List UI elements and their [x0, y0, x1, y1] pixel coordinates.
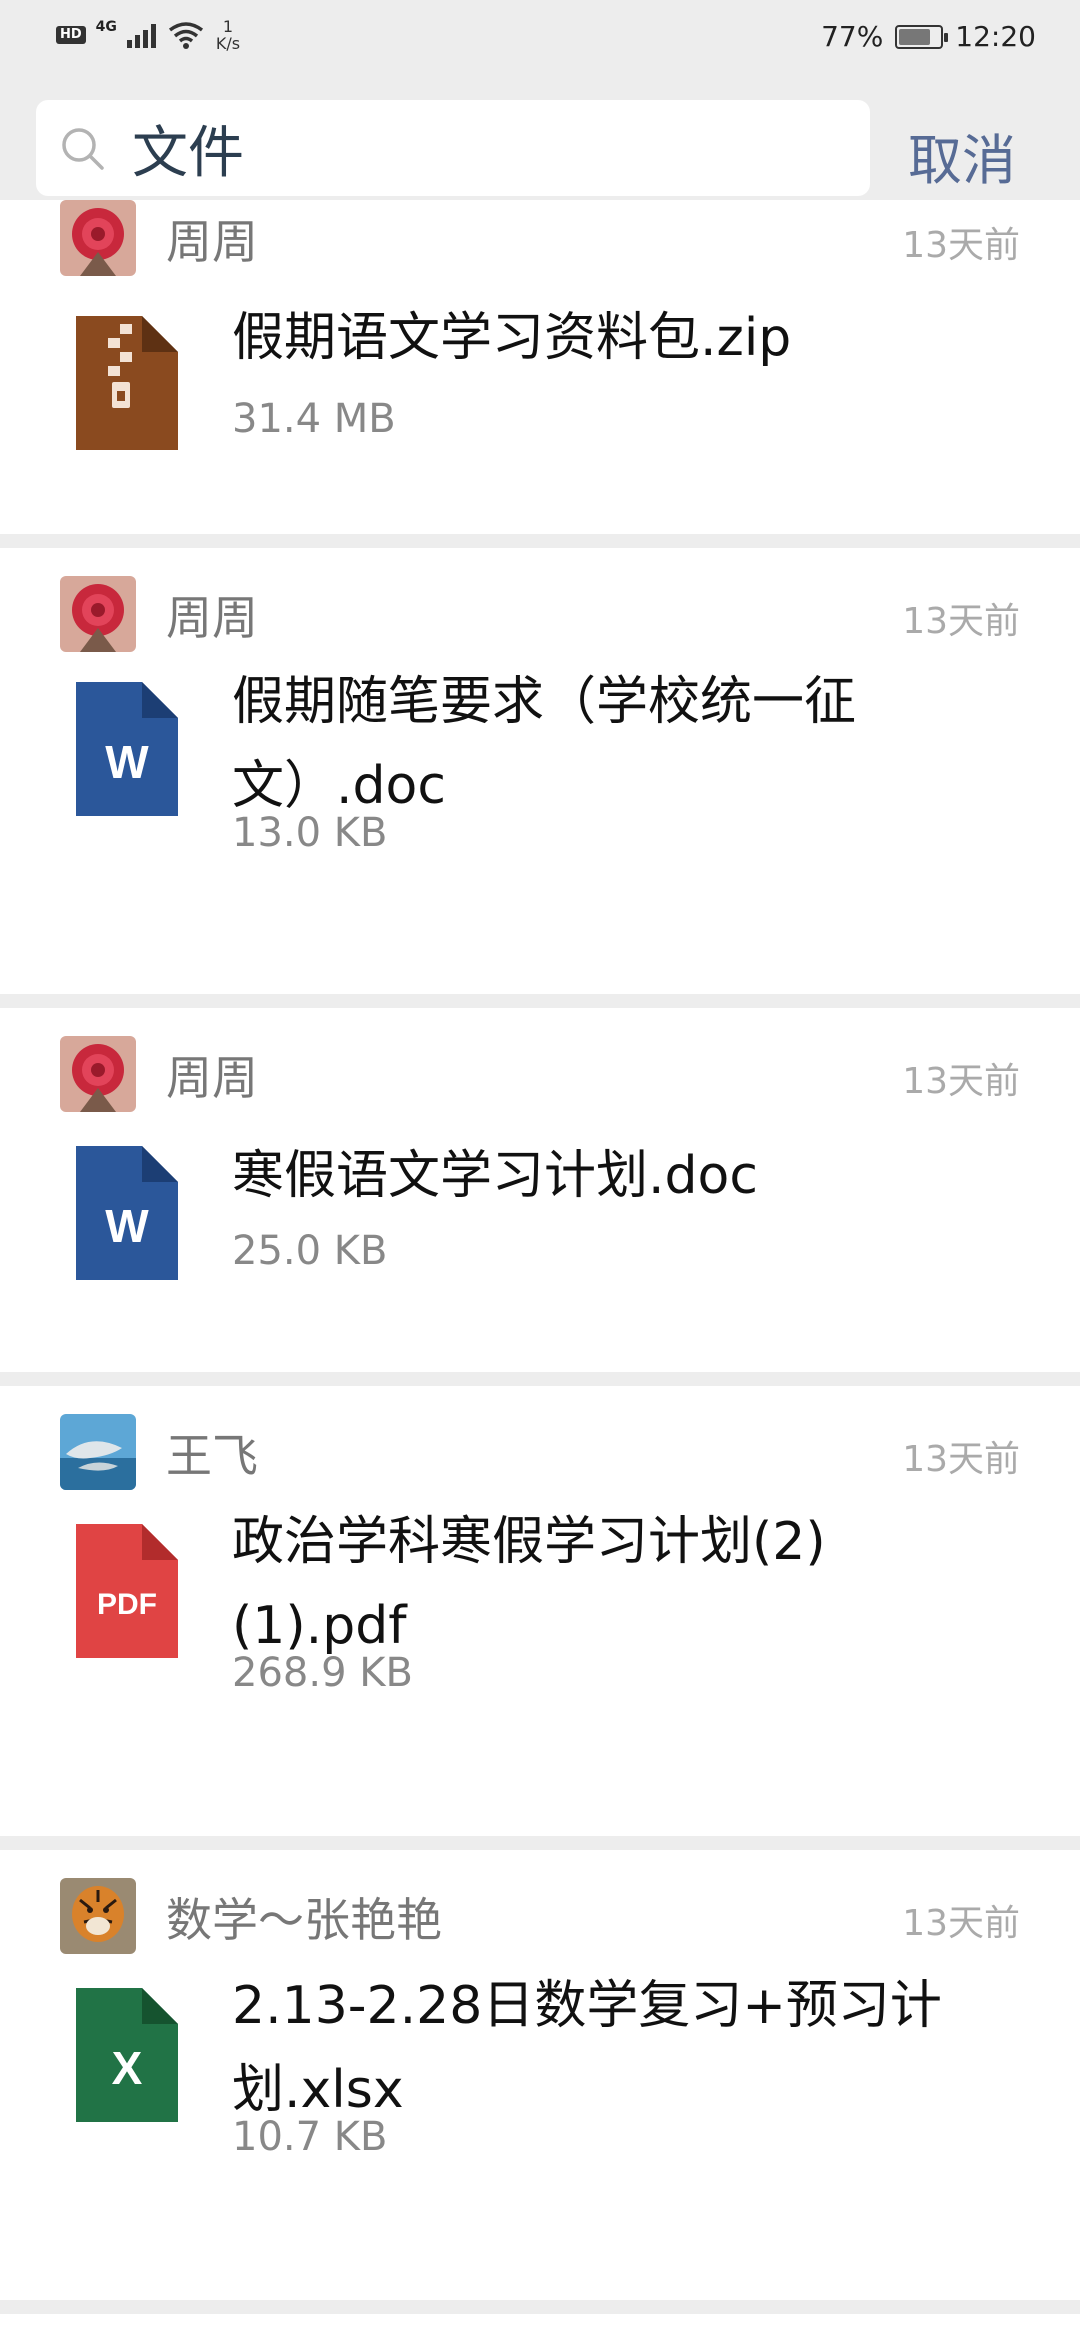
- list-item[interactable]: 王飞 13天前 PDF 政治学科寒假学习计划(2)(1).pdf 268.9 K…: [0, 1386, 1080, 1836]
- file-name: 政治学科寒假学习计划(2)(1).pdf: [232, 1512, 826, 1656]
- search-box[interactable]: [36, 100, 870, 196]
- file-size: 268.9 KB: [232, 1650, 413, 1696]
- battery-icon: [895, 24, 949, 49]
- svg-text:W: W: [105, 1200, 149, 1252]
- svg-text:W: W: [105, 736, 149, 788]
- word-file-icon: W: [76, 682, 178, 816]
- timestamp: 13天前: [902, 601, 1020, 642]
- timestamp: 13天前: [902, 1903, 1020, 1944]
- avatar: [60, 1414, 136, 1490]
- avatar: [60, 1878, 136, 1954]
- timestamp: 13天前: [902, 1061, 1020, 1102]
- svg-text:PDF: PDF: [97, 1588, 157, 1621]
- cancel-button[interactable]: 取消: [908, 116, 1016, 195]
- list-item[interactable]: 周周 13天前 假期语文学习资料包.zip 31.4 MB: [0, 200, 1080, 534]
- sender-name: 周周: [166, 215, 258, 269]
- file-size: 25.0 KB: [232, 1228, 388, 1274]
- search-icon: [62, 128, 104, 170]
- list-item[interactable]: 周周 13天前 W 假期随笔要求（学校统一征文）.doc 13.0 KB: [0, 548, 1080, 994]
- signal-icon: [126, 22, 156, 48]
- list-item[interactable]: [0, 2314, 1080, 2340]
- file-name: 假期随笔要求（学校统一征文）.doc: [232, 672, 857, 816]
- avatar: [60, 576, 136, 652]
- timestamp: 13天前: [902, 225, 1020, 266]
- list-item[interactable]: 周周 13天前 W 寒假语文学习计划.doc 25.0 KB: [0, 1008, 1080, 1372]
- battery-percent: 77%: [821, 20, 884, 53]
- sender-name: 周周: [166, 591, 258, 645]
- word-file-icon: W: [76, 1146, 178, 1280]
- hd-indicator: HD: [56, 26, 86, 44]
- network-speed: 1 K/s: [215, 17, 241, 53]
- timestamp: 13天前: [902, 1439, 1020, 1480]
- search-header: 取消: [0, 80, 1080, 220]
- avatar: [60, 200, 136, 276]
- search-input[interactable]: [132, 114, 832, 182]
- file-size: 10.7 KB: [232, 2114, 388, 2160]
- list-item[interactable]: 数学～张艳艳 13天前 X 2.13-2.28日数学复习+预习计划.xlsx 1…: [0, 1850, 1080, 2300]
- status-bar: HD 4G 1 K/s 77% 12:20: [0, 0, 1080, 80]
- sender-name: 周周: [166, 1051, 258, 1105]
- file-size: 13.0 KB: [232, 810, 388, 856]
- sender-name: 王飞: [166, 1429, 258, 1483]
- sender-name: 数学～张艳艳: [166, 1893, 442, 1947]
- file-name: 假期语文学习资料包.zip: [232, 308, 792, 368]
- zip-file-icon: [76, 316, 178, 450]
- network-type: 4G: [95, 19, 117, 35]
- avatar: [60, 1036, 136, 1112]
- excel-file-icon: X: [76, 1988, 178, 2122]
- file-name: 寒假语文学习计划.doc: [232, 1146, 758, 1206]
- svg-text:X: X: [112, 2042, 143, 2094]
- file-name: 2.13-2.28日数学复习+预习计划.xlsx: [232, 1976, 942, 2120]
- file-size: 31.4 MB: [232, 396, 396, 442]
- wifi-icon: [168, 22, 203, 49]
- clock: 12:20: [955, 20, 1036, 53]
- pdf-file-icon: PDF: [76, 1524, 178, 1658]
